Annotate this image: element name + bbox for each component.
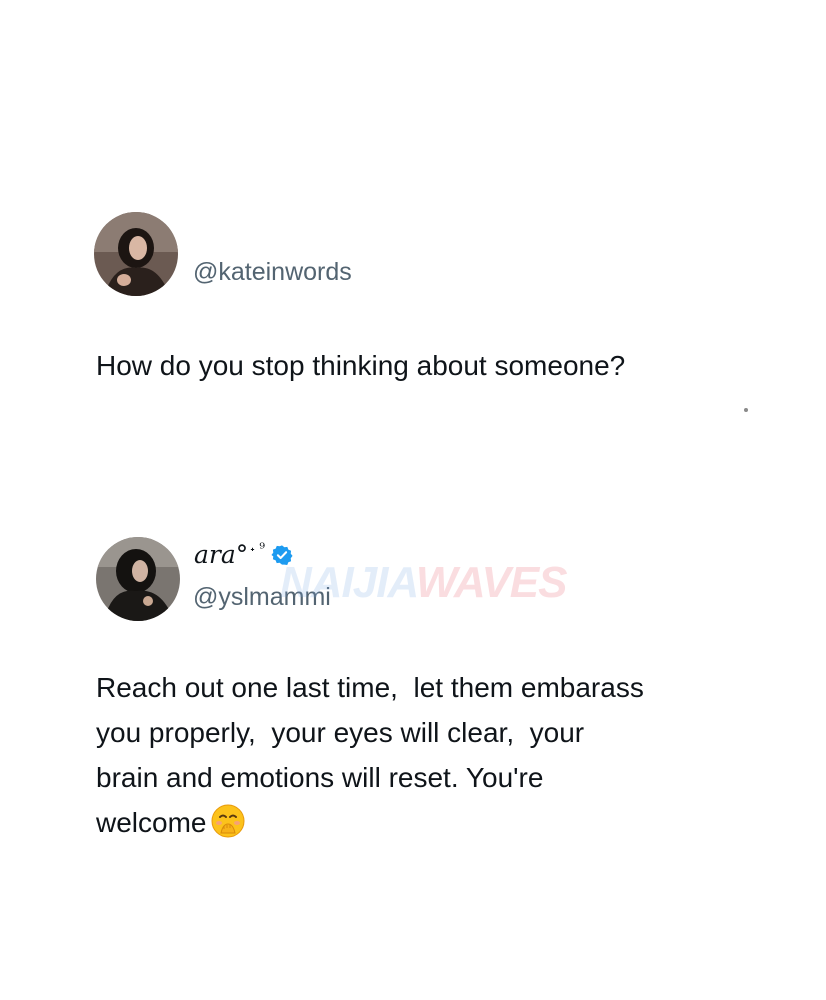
decorative-dot [744,408,748,412]
tweet-text-body: Reach out one last time, let them embara… [96,672,644,838]
tweet-handle[interactable]: @kateinwords [193,258,352,287]
tweet-text: How do you stop thinking about someone? [96,350,626,381]
display-name[interactable]: ara° ˖ ⁹ [194,540,293,569]
profile-photo-icon [96,537,180,621]
profile-photo-icon [94,212,178,296]
display-name-sparkle: ˖ ⁹ [250,540,265,557]
watermark-part1: NAIJIA [280,558,417,607]
avatar[interactable] [96,537,180,621]
avatar[interactable] [94,212,178,296]
face-with-hand-over-mouth-emoji-icon [211,804,245,838]
watermark: NAIJIAWAVES [280,558,568,608]
tweet-text: Reach out one last time, let them embara… [96,665,736,845]
display-name-text: ara° [194,540,249,569]
watermark-part2: WAVES [415,558,568,607]
